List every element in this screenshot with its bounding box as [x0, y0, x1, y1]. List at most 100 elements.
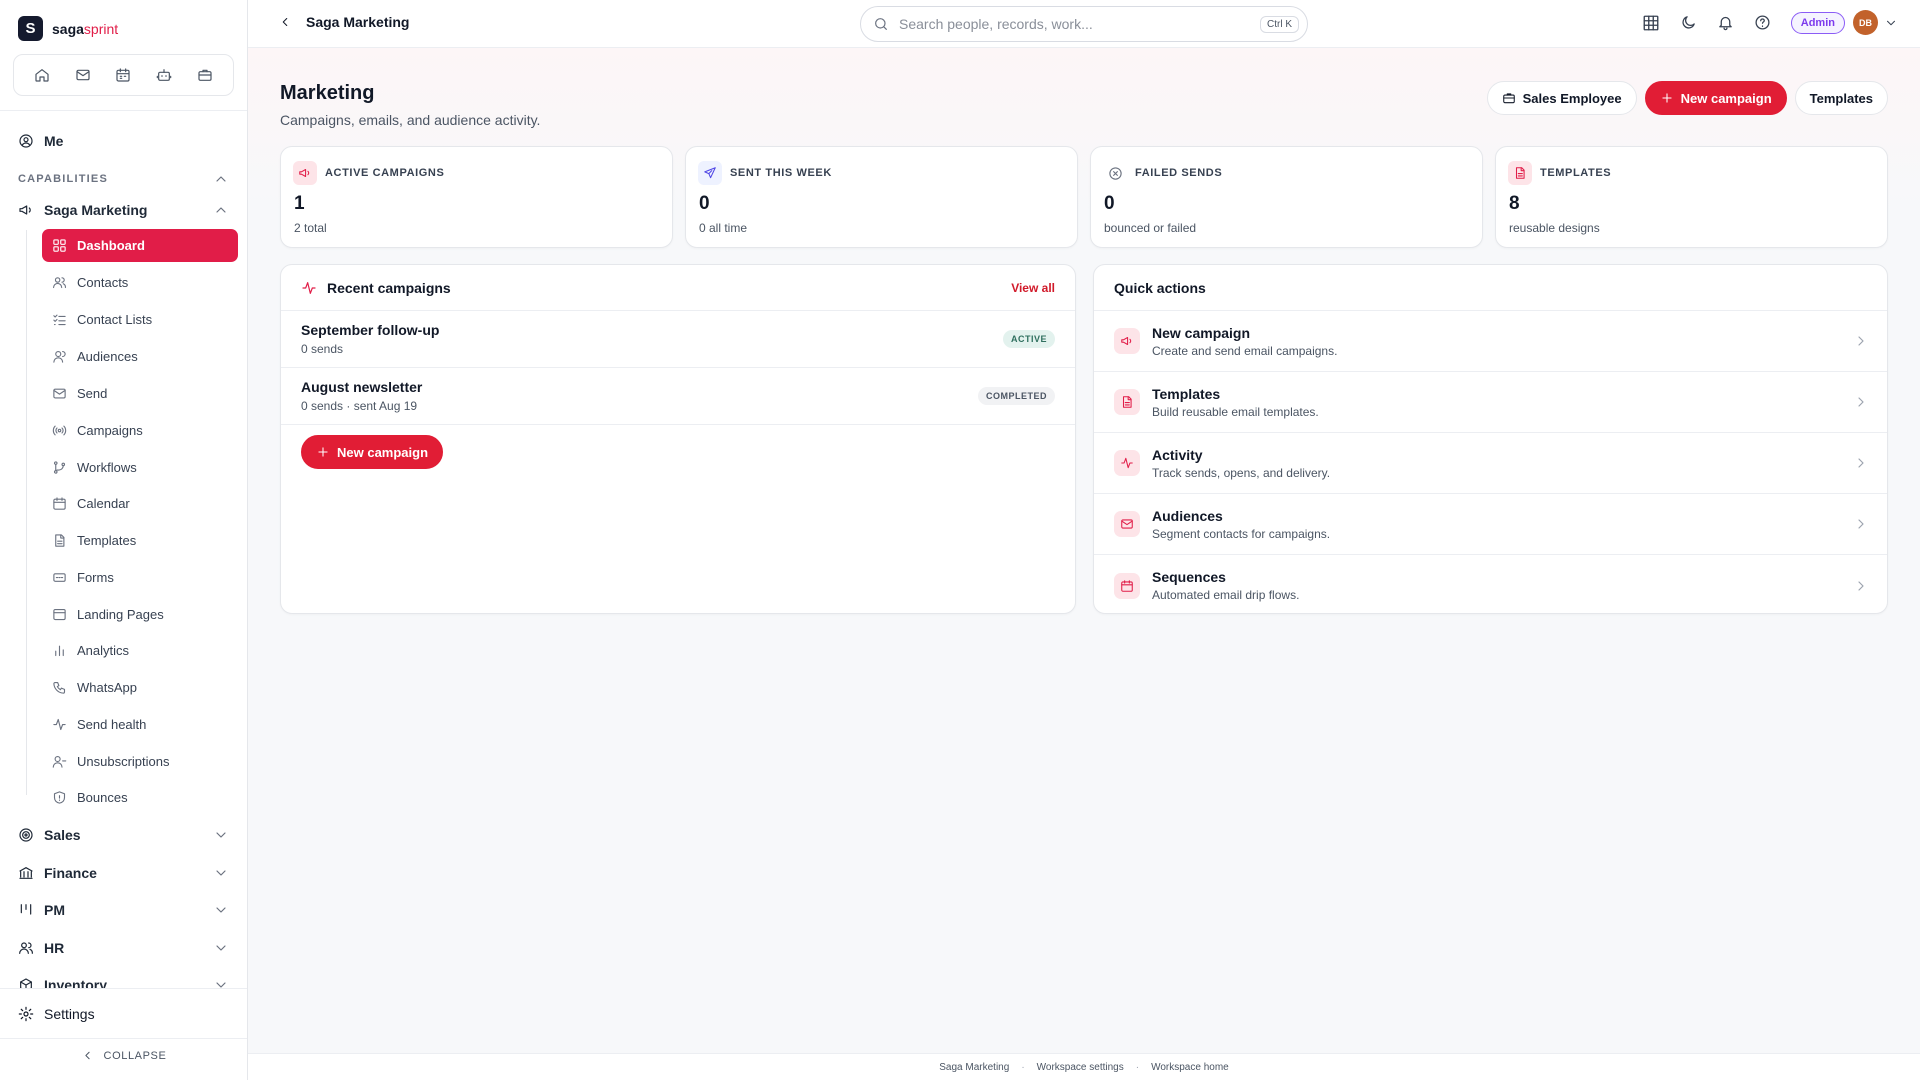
- sidebar-item-label: Contact Lists: [77, 312, 153, 327]
- quick-action-sequences[interactable]: Sequences Automated email drip flows.: [1094, 555, 1887, 616]
- sidebar-item-send[interactable]: Send: [42, 377, 238, 410]
- stat-value: 0: [699, 193, 710, 214]
- view-all-link[interactable]: View all: [1011, 281, 1055, 295]
- chevron-down-icon: [1886, 20, 1896, 25]
- sales-employee-button[interactable]: Sales Employee: [1486, 81, 1637, 115]
- footer-link-workspace-home[interactable]: Workspace home: [1151, 1062, 1229, 1073]
- mail-icon[interactable]: [71, 63, 95, 87]
- capabilities-header[interactable]: CAPABILITIES: [18, 171, 229, 187]
- stat-header: FAILED SENDS: [1103, 161, 1222, 185]
- capabilities-label: CAPABILITIES: [18, 173, 108, 185]
- nav-finance[interactable]: Finance: [18, 865, 229, 881]
- user-menu[interactable]: DB: [1853, 10, 1898, 35]
- templates-button[interactable]: Templates: [1794, 81, 1888, 115]
- sidebar-item-unsubscriptions[interactable]: Unsubscriptions: [42, 745, 238, 778]
- sidebar-item-label: WhatsApp: [77, 680, 137, 695]
- document-icon: [1114, 389, 1140, 415]
- stat-header: ACTIVE CAMPAIGNS: [293, 161, 444, 185]
- nav-hr-label: HR: [44, 940, 65, 956]
- chevron-right-icon: [1858, 458, 1864, 468]
- nav-saga-marketing[interactable]: Saga Marketing: [18, 202, 229, 218]
- collapse-button[interactable]: COLLAPSE: [0, 1049, 247, 1062]
- breadcrumb-label: Saga Marketing: [306, 14, 410, 30]
- breadcrumb[interactable]: Saga Marketing: [278, 14, 409, 30]
- stats-row: ACTIVE CAMPAIGNS 1 2 total SENT THIS WEE…: [280, 146, 1888, 248]
- quick-action-text: New campaign Create and send email campa…: [1152, 325, 1337, 358]
- mail-icon: [1114, 511, 1140, 537]
- quick-action-templates[interactable]: Templates Build reusable email templates…: [1094, 372, 1887, 433]
- search-input[interactable]: [899, 16, 1250, 32]
- footer-link-workspace-settings[interactable]: Workspace settings: [1037, 1062, 1124, 1073]
- new-campaign-button[interactable]: New campaign: [1644, 81, 1787, 115]
- status-badge: ACTIVE: [1002, 330, 1055, 348]
- grid-icon[interactable]: [1642, 14, 1660, 32]
- sidebar-item-bounces[interactable]: Bounces: [42, 781, 238, 814]
- nav-settings[interactable]: Settings: [18, 1006, 229, 1022]
- sidebar-item-contacts[interactable]: Contacts: [42, 266, 238, 299]
- form-icon: [53, 573, 66, 582]
- nav-inventory[interactable]: Inventory: [18, 977, 229, 988]
- sidebar-item-label: Dashboard: [77, 238, 145, 253]
- status-badge: COMPLETED: [977, 387, 1055, 405]
- nav-clip: Inventory: [0, 972, 247, 988]
- megaphone-icon: [19, 205, 31, 215]
- chevron-left-icon[interactable]: [278, 15, 292, 29]
- phone-icon: [53, 681, 66, 694]
- stat-label: SENT THIS WEEK: [730, 167, 832, 179]
- chevron-right-icon: [1858, 519, 1864, 529]
- sidebar-item-label: Landing Pages: [77, 607, 164, 622]
- top-actions: Admin DB: [1642, 10, 1898, 35]
- search-icon: [875, 18, 887, 30]
- campaign-name: September follow-up: [301, 322, 440, 338]
- brand[interactable]: S sagasprint: [18, 16, 118, 41]
- dashboard-icon: [53, 239, 66, 252]
- briefcase-icon[interactable]: [193, 63, 217, 87]
- sidebar-item-audiences[interactable]: Audiences: [42, 340, 238, 373]
- chevron-up-icon: [216, 207, 226, 213]
- nav-me-label: Me: [44, 133, 64, 149]
- stat-value: 0: [1104, 193, 1115, 214]
- stat-value: 1: [294, 193, 305, 214]
- megaphone-icon: [1114, 328, 1140, 354]
- chevron-left-icon: [84, 1051, 90, 1060]
- quick-action-activity[interactable]: Activity Track sends, opens, and deliver…: [1094, 433, 1887, 494]
- moon-icon[interactable]: [1680, 14, 1697, 31]
- sidebar-item-analytics[interactable]: Analytics: [42, 634, 238, 667]
- chevron-right-icon: [1858, 397, 1864, 407]
- sidebar-item-forms[interactable]: Forms: [42, 561, 238, 594]
- nav-pm[interactable]: PM: [18, 902, 229, 918]
- quick-action-new-campaign[interactable]: New campaign Create and send email campa…: [1094, 311, 1887, 372]
- sidebar-item-label: Calendar: [77, 496, 130, 511]
- calendar-icon[interactable]: [111, 63, 135, 87]
- new-campaign-inline-button[interactable]: New campaign: [301, 435, 444, 469]
- nav-me[interactable]: Me: [18, 133, 229, 149]
- collapse-label: COLLAPSE: [103, 1049, 167, 1062]
- footer-link-saga-marketing[interactable]: Saga Marketing: [939, 1062, 1009, 1073]
- sidebar-item-dashboard[interactable]: Dashboard: [42, 229, 238, 262]
- role-badge[interactable]: Admin: [1790, 11, 1845, 34]
- help-icon[interactable]: [1754, 14, 1771, 31]
- sidebar-item-campaigns[interactable]: Campaigns: [42, 414, 238, 447]
- sidebar-item-whatsapp[interactable]: WhatsApp: [42, 671, 238, 704]
- kanban-icon: [20, 904, 32, 915]
- sidebar-item-calendar[interactable]: Calendar: [42, 487, 238, 520]
- sidebar-item-contact-lists[interactable]: Contact Lists: [42, 303, 238, 336]
- nav-sales[interactable]: Sales: [18, 827, 229, 843]
- quick-action-title: Templates: [1152, 385, 1221, 402]
- sidebar-item-landing-pages[interactable]: Landing Pages: [42, 598, 238, 631]
- global-search[interactable]: Ctrl K: [860, 6, 1308, 42]
- sidebar-item-templates[interactable]: Templates: [42, 524, 238, 557]
- campaign-row[interactable]: September follow-up 0 sends ACTIVE: [281, 311, 1075, 368]
- home-icon[interactable]: [30, 63, 54, 87]
- bell-icon[interactable]: [1717, 14, 1734, 31]
- new-campaign-label: New campaign: [1680, 90, 1772, 106]
- campaign-row[interactable]: August newsletter 0 sends · sent Aug 19 …: [281, 368, 1075, 425]
- quick-action-audiences[interactable]: Audiences Segment contacts for campaigns…: [1094, 494, 1887, 555]
- sidebar-item-workflows[interactable]: Workflows: [42, 451, 238, 484]
- sidebar-item-send-health[interactable]: Send health: [42, 708, 238, 741]
- quick-action-text: Templates Build reusable email templates…: [1152, 386, 1319, 419]
- robot-icon[interactable]: [152, 63, 176, 87]
- nav-hr[interactable]: HR: [18, 940, 229, 956]
- main-content: Marketing Campaigns, emails, and audienc…: [248, 48, 1920, 1053]
- campaign-name: August newsletter: [301, 379, 423, 395]
